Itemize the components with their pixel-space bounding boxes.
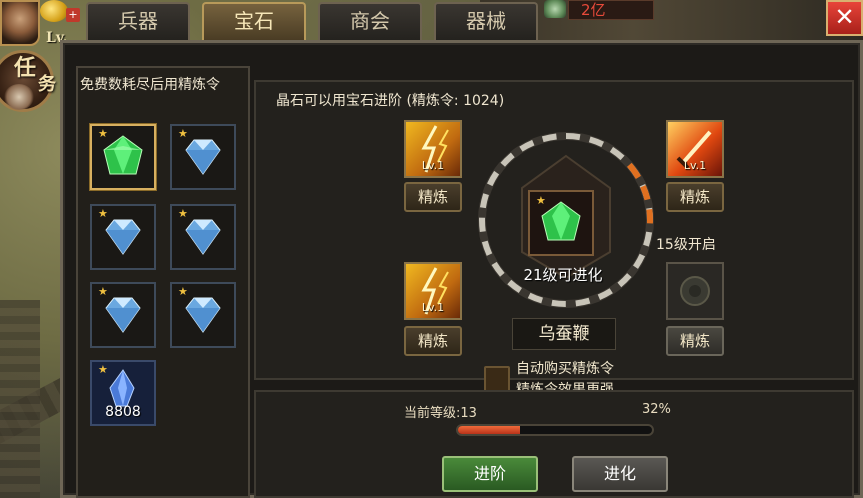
progress-fill	[458, 426, 521, 434]
slot-level: Lv.1	[683, 159, 707, 172]
tab-guild[interactable]: 商会	[318, 2, 422, 40]
gem-panel-title: 免费数耗尽后用精炼令	[80, 77, 220, 93]
gem-slot-diamond[interactable]: ★	[170, 204, 236, 270]
star-icon: ★	[178, 127, 188, 140]
gem-slot-emerald[interactable]: ★	[90, 124, 156, 190]
gem-slot-diamond[interactable]: ★	[90, 204, 156, 270]
level-progress-bar	[456, 424, 654, 436]
gem-slot-diamond[interactable]: ★	[170, 124, 236, 190]
progress-percent: 32%	[642, 402, 671, 417]
task-label-2: 务	[38, 74, 56, 95]
task-label-1: 任	[14, 55, 37, 81]
lock-seal-icon	[680, 276, 710, 306]
advance-button[interactable]: 进阶	[442, 456, 538, 492]
player-avatar[interactable]	[0, 0, 40, 46]
weapon-name: 乌蚕鞭	[512, 318, 616, 350]
refine-button-1[interactable]: 精炼	[404, 182, 462, 212]
currency-value: 2亿	[568, 0, 654, 20]
task-character-icon	[4, 84, 34, 110]
star-icon: ★	[536, 194, 546, 207]
slot-level: Lv.1	[421, 301, 445, 314]
auto-buy-checkbox[interactable]	[484, 366, 510, 392]
star-icon: ★	[178, 285, 188, 298]
auto-buy-line-1: 自动购买精炼令	[516, 361, 614, 377]
gem-slot-diamond[interactable]: ★	[170, 282, 236, 348]
crystal-count: 8808	[105, 404, 141, 420]
close-button[interactable]: ✕	[826, 0, 863, 36]
current-level: 当前等级:13	[404, 406, 477, 421]
add-gold-button[interactable]: +	[66, 8, 80, 22]
upgrade-panel	[254, 390, 854, 498]
star-icon: ★	[98, 363, 108, 376]
star-icon: ★	[98, 207, 108, 220]
refine-button-3[interactable]: 精炼	[404, 326, 462, 356]
weapon-slot-1[interactable]: Lv.1	[404, 120, 462, 178]
center-gem-slot[interactable]: ★	[528, 190, 594, 256]
slot-level: Lv.1	[421, 159, 445, 172]
tab-machinery[interactable]: 器械	[434, 2, 538, 40]
weapon-slot-locked[interactable]	[666, 262, 724, 320]
refine-panel-title: 晶石可以用宝石进阶 (精炼令: 1024)	[276, 93, 505, 109]
evolve-level-text: 21级可进化	[523, 266, 603, 284]
ingot-icon	[544, 0, 566, 18]
unlock-requirement: 15级开启	[656, 237, 716, 253]
gold-coin-icon	[40, 0, 68, 22]
gem-slot-diamond[interactable]: ★	[90, 282, 156, 348]
refine-button-2[interactable]: 精炼	[666, 182, 724, 212]
tab-gems[interactable]: 宝石	[202, 2, 306, 40]
weapon-slot-3[interactable]: Lv.1	[404, 262, 462, 320]
star-icon: ★	[178, 207, 188, 220]
weapon-slot-2[interactable]: Lv.1	[666, 120, 724, 178]
tab-weapons[interactable]: 兵器	[86, 2, 190, 40]
refine-button-4[interactable]: 精炼	[666, 326, 724, 356]
evolve-button[interactable]: 进化	[572, 456, 668, 492]
gem-slot-crystal[interactable]: ★ 8808	[90, 360, 156, 426]
map-wall-vertical	[0, 300, 40, 498]
star-icon: ★	[98, 127, 108, 140]
star-icon: ★	[98, 285, 108, 298]
